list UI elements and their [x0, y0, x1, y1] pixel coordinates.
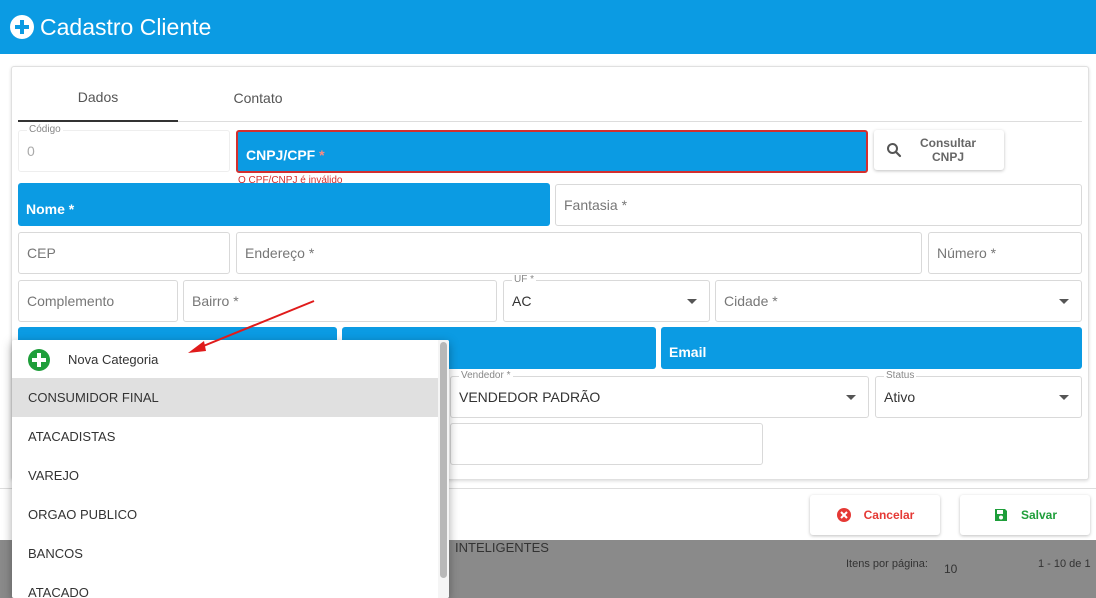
- codigo-field[interactable]: Código 0: [18, 124, 230, 172]
- dropdown-option[interactable]: ORGAO PUBLICO: [12, 495, 438, 534]
- email-label: Email: [669, 344, 707, 361]
- endereco-field[interactable]: Endereço *: [236, 232, 922, 274]
- cnpj-label: CNPJ/CPF *: [246, 147, 325, 164]
- cep-label: CEP: [27, 245, 56, 261]
- consultar-label-2: CNPJ: [931, 150, 964, 164]
- dialog-header: Cadastro Cliente: [0, 0, 1096, 54]
- save-button[interactable]: Salvar: [960, 495, 1090, 535]
- status-value: Ativo: [884, 389, 916, 405]
- tab-dados[interactable]: Dados: [18, 74, 178, 122]
- nome-field[interactable]: Nome *: [18, 183, 550, 226]
- fantasia-label: Fantasia *: [564, 197, 628, 213]
- plus-circle-icon: [10, 15, 34, 39]
- cidade-label: Cidade *: [724, 293, 778, 309]
- codigo-label: Código: [27, 124, 63, 135]
- chevron-down-icon: [1059, 299, 1069, 304]
- status-select[interactable]: Status Ativo: [875, 370, 1082, 418]
- uf-value: AC: [512, 293, 532, 309]
- uf-label: UF *: [512, 274, 536, 285]
- cnpj-field[interactable]: CNPJ/CPF *: [236, 130, 868, 173]
- email-field[interactable]: Email: [661, 327, 1082, 369]
- endereco-label: Endereço *: [245, 245, 315, 261]
- cidade-select[interactable]: Cidade *: [715, 280, 1082, 322]
- vendedor-label: Vendedor *: [459, 370, 513, 381]
- vendedor-value: VENDEDOR PADRÃO: [459, 389, 601, 405]
- search-icon: [887, 143, 902, 158]
- tab-contato[interactable]: Contato: [178, 74, 338, 122]
- cancel-label: Cancelar: [863, 508, 915, 522]
- consultar-label-1: Consultar: [919, 136, 976, 150]
- tab-bar: Dados Contato: [18, 74, 1082, 122]
- cancel-button[interactable]: Cancelar: [810, 495, 940, 535]
- page-title: Cadastro Cliente: [40, 13, 212, 40]
- cep-field[interactable]: CEP: [18, 232, 230, 274]
- vendedor-select[interactable]: Vendedor * VENDEDOR PADRÃO: [450, 370, 869, 418]
- status-label: Status: [884, 370, 917, 381]
- cancel-circle-icon: [836, 508, 851, 522]
- dropdown-option[interactable]: CONSUMIDOR FINAL: [12, 378, 438, 417]
- dropdown-option[interactable]: ATACADISTAS: [12, 417, 438, 456]
- categoria-dropdown: Nova Categoria CONSUMIDOR FINAL ATACADIS…: [12, 340, 449, 598]
- codigo-value: 0: [27, 143, 35, 159]
- dropdown-option[interactable]: BANCOS: [12, 534, 438, 573]
- uf-select[interactable]: UF * AC: [503, 274, 710, 322]
- items-per-page-value[interactable]: 10: [944, 562, 957, 576]
- save-icon: [994, 509, 1007, 521]
- nova-categoria-label: Nova Categoria: [68, 352, 159, 367]
- pagination-range: 1 - 10 de 1: [1038, 558, 1091, 570]
- chevron-down-icon: [1059, 395, 1069, 400]
- add-circle-icon: [28, 348, 50, 371]
- observacao-field[interactable]: [450, 423, 763, 465]
- items-per-page-label: Itens por página:: [846, 558, 928, 570]
- dropdown-scrollbar[interactable]: [440, 342, 447, 578]
- consultar-cnpj-button[interactable]: Consultar CNPJ: [874, 130, 1004, 170]
- chevron-down-icon: [846, 395, 856, 400]
- dropdown-option[interactable]: ATACADO: [12, 573, 438, 598]
- numero-field[interactable]: Número *: [928, 232, 1082, 274]
- fantasia-field[interactable]: Fantasia *: [555, 184, 1082, 226]
- bg-row-text: INTELIGENTES: [455, 540, 549, 555]
- dropdown-option[interactable]: VAREJO: [12, 456, 438, 495]
- annotation-arrow-icon: [188, 300, 315, 353]
- complemento-label: Complemento: [27, 293, 115, 309]
- save-label: Salvar: [1020, 508, 1058, 522]
- nome-label: Nome *: [26, 200, 75, 217]
- chevron-down-icon: [687, 299, 697, 304]
- complemento-field[interactable]: Complemento: [18, 280, 178, 322]
- numero-label: Número *: [937, 245, 997, 261]
